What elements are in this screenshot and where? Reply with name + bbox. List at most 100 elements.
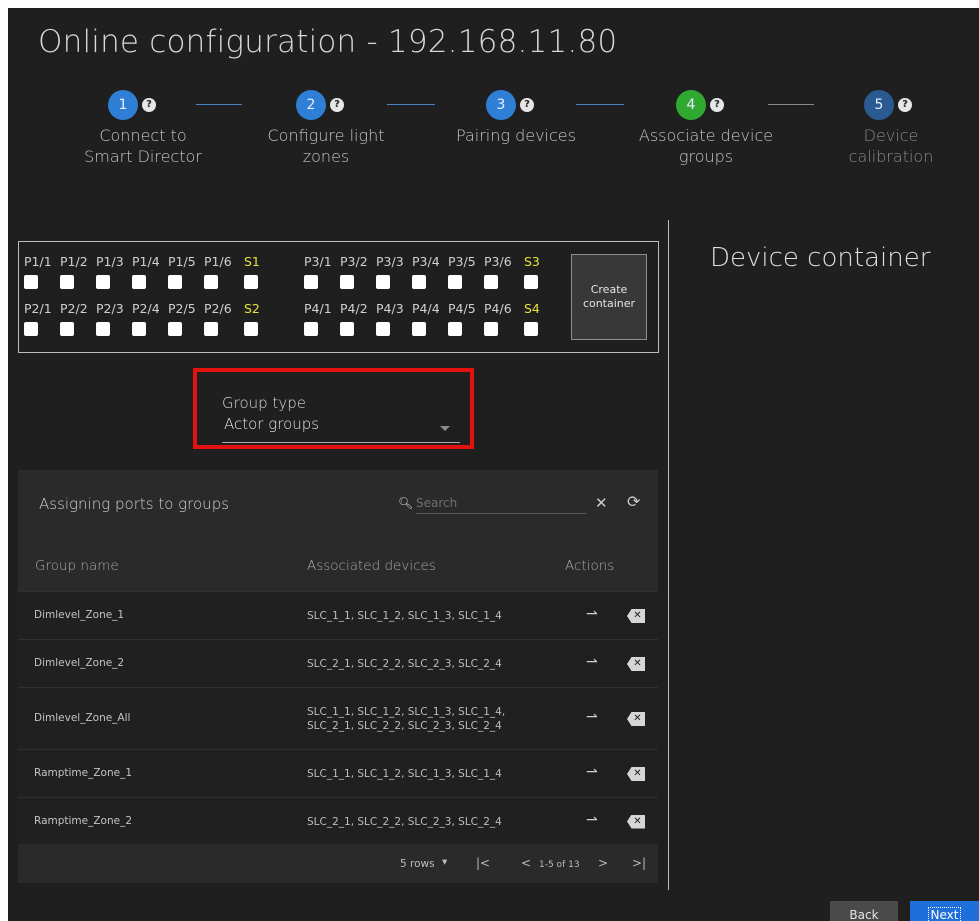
port-checkbox[interactable] (412, 275, 426, 289)
table-row[interactable]: Dimlevel_Zone_1 SLC_1_1, SLC_1_2, SLC_1_3… (18, 591, 658, 639)
port-checkbox[interactable] (448, 322, 462, 336)
segment-checkbox[interactable] (524, 322, 538, 336)
step-connector (196, 104, 242, 105)
select-underline (222, 442, 460, 443)
segment-checkbox[interactable] (524, 275, 538, 289)
port-checkbox[interactable] (484, 275, 498, 289)
help-icon[interactable]: ? (330, 98, 344, 112)
close-icon[interactable]: ✕ (595, 494, 608, 512)
cell-associated-devices: SLC_1_1, SLC_1_2, SLC_1_3, SLC_1_4, SLC_… (307, 706, 506, 732)
port-checkbox[interactable] (96, 275, 110, 289)
back-button[interactable]: Back (830, 901, 898, 921)
port-checkbox[interactable] (132, 322, 146, 336)
port-checkbox[interactable] (96, 322, 110, 336)
port-checkbox[interactable] (376, 322, 390, 336)
rows-per-page[interactable]: 5 rows (400, 858, 435, 870)
step-3-circle[interactable]: 3 (486, 90, 516, 120)
port-label: P2/5 (168, 301, 196, 316)
delete-icon[interactable]: ✕ (627, 609, 645, 623)
cell-group-name: Dimlevel_Zone_1 (34, 609, 125, 621)
first-page-icon[interactable]: |< (476, 856, 490, 870)
help-icon[interactable]: ? (898, 98, 912, 112)
help-icon[interactable]: ? (142, 98, 156, 112)
port-checkbox[interactable] (448, 275, 462, 289)
port-label: P3/4 (412, 254, 440, 269)
table-row[interactable]: Dimlevel_Zone_2 SLC_2_1, SLC_2_2, SLC_2_3… (18, 639, 658, 687)
port-checkbox[interactable] (304, 275, 318, 289)
port-checkboxes (299, 275, 554, 289)
port-labels: P2/1 P2/2 P2/3 P2/4 P2/5 P2/6 S2 (19, 301, 274, 317)
step-4-label: Associate device groups (621, 125, 791, 167)
port-label: P2/3 (96, 301, 124, 316)
port-label: P4/3 (376, 301, 404, 316)
panel-divider (668, 220, 669, 890)
port-label: P3/1 (304, 254, 332, 269)
port-checkbox[interactable] (204, 275, 218, 289)
port-label: P2/6 (204, 301, 232, 316)
step-label-line: Configure light (267, 126, 385, 145)
port-checkbox[interactable] (340, 275, 354, 289)
port-label: P1/6 (204, 254, 232, 269)
delete-icon[interactable]: ✕ (627, 767, 645, 781)
port-label: P4/4 (412, 301, 440, 316)
step-2-label: Configure light zones (241, 125, 411, 167)
column-header-group-name[interactable]: Group name (35, 558, 119, 574)
port-label: P3/2 (340, 254, 368, 269)
cell-group-name: Ramptime_Zone_2 (34, 814, 133, 827)
assign-icon[interactable]: ⇀ (586, 812, 598, 828)
next-button[interactable]: Next (910, 901, 979, 921)
port-label: P1/4 (132, 254, 160, 269)
next-page-icon[interactable]: > (598, 856, 608, 870)
port-checkbox[interactable] (204, 322, 218, 336)
segment-checkbox[interactable] (244, 322, 258, 336)
assign-icon[interactable]: ⇀ (586, 654, 598, 670)
help-icon[interactable]: ? (520, 98, 534, 112)
previous-page-icon[interactable]: < (521, 856, 531, 870)
assign-icon[interactable]: ⇀ (586, 764, 598, 780)
port-label: P1/1 (24, 254, 52, 269)
create-button-label-2: container (582, 297, 636, 310)
delete-icon[interactable]: ✕ (627, 814, 645, 829)
port-label: P3/5 (448, 254, 476, 269)
cell-group-name: Ramptime_Zone_1 (34, 767, 133, 779)
delete-icon[interactable]: ✕ (627, 712, 645, 726)
port-label: P1/5 (168, 254, 196, 269)
step-4-circle[interactable]: 4 (676, 90, 706, 120)
caret-down-icon[interactable]: ▾ (442, 856, 447, 868)
port-checkbox[interactable] (60, 275, 74, 289)
port-checkbox[interactable] (340, 322, 354, 336)
last-page-icon[interactable]: >| (632, 856, 646, 870)
segment-label: S1 (244, 254, 260, 269)
port-checkbox[interactable] (132, 275, 146, 289)
port-checkbox[interactable] (24, 322, 38, 336)
port-checkbox[interactable] (168, 322, 182, 336)
table-row[interactable]: Ramptime_Zone_2 SLC_2_1, SLC_2_2, SLC_2_3… (18, 797, 658, 844)
assign-icon[interactable]: ⇀ (586, 606, 598, 622)
delete-icon[interactable]: ✕ (627, 657, 645, 671)
step-label-line: Connect to (99, 126, 187, 145)
segment-label: S4 (524, 301, 540, 316)
create-container-button[interactable]: Create container (571, 254, 647, 340)
table-row[interactable]: Dimlevel_Zone_All SLC_1_1, SLC_1_2, SLC_1… (18, 687, 658, 749)
assign-icon[interactable]: ⇀ (586, 709, 598, 725)
port-checkbox[interactable] (484, 322, 498, 336)
port-group-p3: P3/1 P3/2 P3/3 P3/4 P3/5 P3/6 S3 (299, 254, 554, 289)
step-2-circle[interactable]: 2 (296, 90, 326, 120)
port-checkbox[interactable] (412, 322, 426, 336)
port-checkbox[interactable] (376, 275, 390, 289)
port-checkbox[interactable] (304, 322, 318, 336)
port-checkbox[interactable] (60, 322, 74, 336)
column-header-associated-devices[interactable]: Associated devices (307, 558, 436, 574)
create-button-label-1: Create (590, 283, 628, 296)
help-icon[interactable]: ? (710, 98, 724, 112)
table-row[interactable]: Ramptime_Zone_1 SLC_1_1, SLC_1_2, SLC_1_3… (18, 749, 658, 797)
refresh-icon[interactable]: ⟳ (627, 492, 640, 511)
port-checkbox[interactable] (24, 275, 38, 289)
segment-checkbox[interactable] (244, 275, 258, 289)
step-1-circle[interactable]: 1 (108, 90, 138, 120)
port-label: P3/3 (376, 254, 404, 269)
search-input[interactable] (416, 492, 586, 514)
step-5-circle[interactable]: 5 (864, 90, 894, 120)
port-checkbox[interactable] (168, 275, 182, 289)
group-type-select[interactable]: Group type Actor groups (193, 368, 474, 449)
